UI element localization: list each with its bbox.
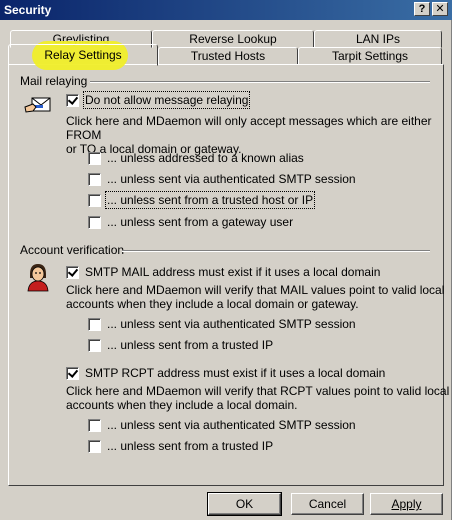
trusted-host-checkbox[interactable] [88, 193, 101, 207]
relay-auth-smtp-checkbox[interactable] [88, 172, 101, 186]
relay-option-known-alias[interactable]: ... unless addressed to a known alias [88, 151, 304, 165]
help-button[interactable]: ? [414, 2, 430, 16]
smtp-mail-description-line-2: accounts when they include a local domai… [66, 297, 359, 311]
no-relay-checkbox[interactable] [66, 93, 79, 107]
no-relay-checkbox-row[interactable]: Do not allow message relaying [66, 91, 251, 109]
rcpt-auth-smtp-label: ... unless sent via authenticated SMTP s… [107, 418, 356, 432]
known-alias-checkbox[interactable] [88, 151, 101, 165]
mail-relaying-group-label: Mail relaying [20, 74, 88, 88]
relay-description-line-1: Click here and MDaemon will only accept … [66, 114, 432, 142]
title-bar[interactable]: Security ? ✕ [0, 0, 452, 20]
rcpt-trusted-ip-label: ... unless sent from a trusted IP [107, 439, 274, 453]
tab-trusted-hosts[interactable]: Trusted Hosts [158, 47, 298, 65]
relay-option-trusted-host[interactable]: ... unless sent from a trusted host or I… [88, 191, 316, 209]
ok-button[interactable]: OK [207, 492, 282, 516]
rcpt-option-trusted-ip[interactable]: ... unless sent from a trusted IP [88, 439, 273, 453]
mail-trusted-ip-checkbox[interactable] [88, 338, 101, 352]
smtp-rcpt-checkbox-row[interactable]: SMTP RCPT address must exist if it uses … [66, 366, 385, 380]
rcpt-trusted-ip-checkbox[interactable] [88, 439, 101, 453]
tab-lan-ips[interactable]: LAN IPs [314, 30, 442, 48]
mail-auth-smtp-checkbox[interactable] [88, 317, 101, 331]
tab-relay-settings[interactable]: Relay Settings [8, 44, 158, 66]
mail-trusted-ip-label: ... unless sent from a trusted IP [107, 338, 274, 352]
smtp-rcpt-label: SMTP RCPT address must exist if it uses … [85, 366, 386, 380]
security-dialog: Security ? ✕ Greylisting Reverse Lookup … [0, 0, 452, 520]
rcpt-option-auth-smtp[interactable]: ... unless sent via authenticated SMTP s… [88, 418, 356, 432]
known-alias-label: ... unless addressed to a known alias [107, 151, 304, 165]
mail-auth-smtp-label: ... unless sent via authenticated SMTP s… [107, 317, 356, 331]
smtp-rcpt-description-line-2: accounts when they include a local domai… [66, 398, 298, 412]
smtp-rcpt-checkbox[interactable] [66, 366, 79, 380]
relay-option-gateway-user[interactable]: ... unless sent from a gateway user [88, 215, 293, 229]
tab-reverse-lookup[interactable]: Reverse Lookup [152, 30, 314, 48]
close-button[interactable]: ✕ [432, 2, 448, 16]
gateway-user-label: ... unless sent from a gateway user [107, 215, 294, 229]
relay-description: Click here and MDaemon will only accept … [66, 114, 451, 156]
smtp-mail-label: SMTP MAIL address must exist if it uses … [85, 265, 381, 279]
user-icon [27, 264, 49, 292]
mail-option-auth-smtp[interactable]: ... unless sent via authenticated SMTP s… [88, 317, 356, 331]
trusted-host-label: ... unless sent from a trusted host or I… [104, 191, 316, 209]
account-verification-group-label: Account verification [20, 243, 125, 257]
window-title: Security [4, 3, 52, 17]
smtp-mail-description: Click here and MDaemon will verify that … [66, 283, 444, 311]
gateway-user-checkbox[interactable] [88, 215, 101, 229]
apply-button-label: Apply [391, 497, 422, 511]
smtp-rcpt-description: Click here and MDaemon will verify that … [66, 384, 449, 412]
smtp-rcpt-description-line-1: Click here and MDaemon will verify that … [66, 384, 450, 398]
smtp-mail-checkbox[interactable] [66, 265, 79, 279]
tab-tarpit-settings[interactable]: Tarpit Settings [298, 47, 442, 65]
relay-auth-smtp-label: ... unless sent via authenticated SMTP s… [107, 172, 356, 186]
smtp-mail-checkbox-row[interactable]: SMTP MAIL address must exist if it uses … [66, 265, 380, 279]
smtp-mail-description-line-1: Click here and MDaemon will verify that … [66, 283, 445, 297]
rcpt-auth-smtp-checkbox[interactable] [88, 418, 101, 432]
mail-relaying-divider [90, 81, 430, 83]
cancel-button[interactable]: Cancel [291, 493, 364, 515]
relay-option-auth-smtp[interactable]: ... unless sent via authenticated SMTP s… [88, 172, 356, 186]
account-verification-divider [122, 250, 430, 252]
no-relay-label: Do not allow message relaying [82, 91, 251, 109]
apply-button[interactable]: Apply [370, 493, 443, 515]
envelope-hand-icon [24, 97, 51, 113]
mail-option-trusted-ip[interactable]: ... unless sent from a trusted IP [88, 338, 273, 352]
